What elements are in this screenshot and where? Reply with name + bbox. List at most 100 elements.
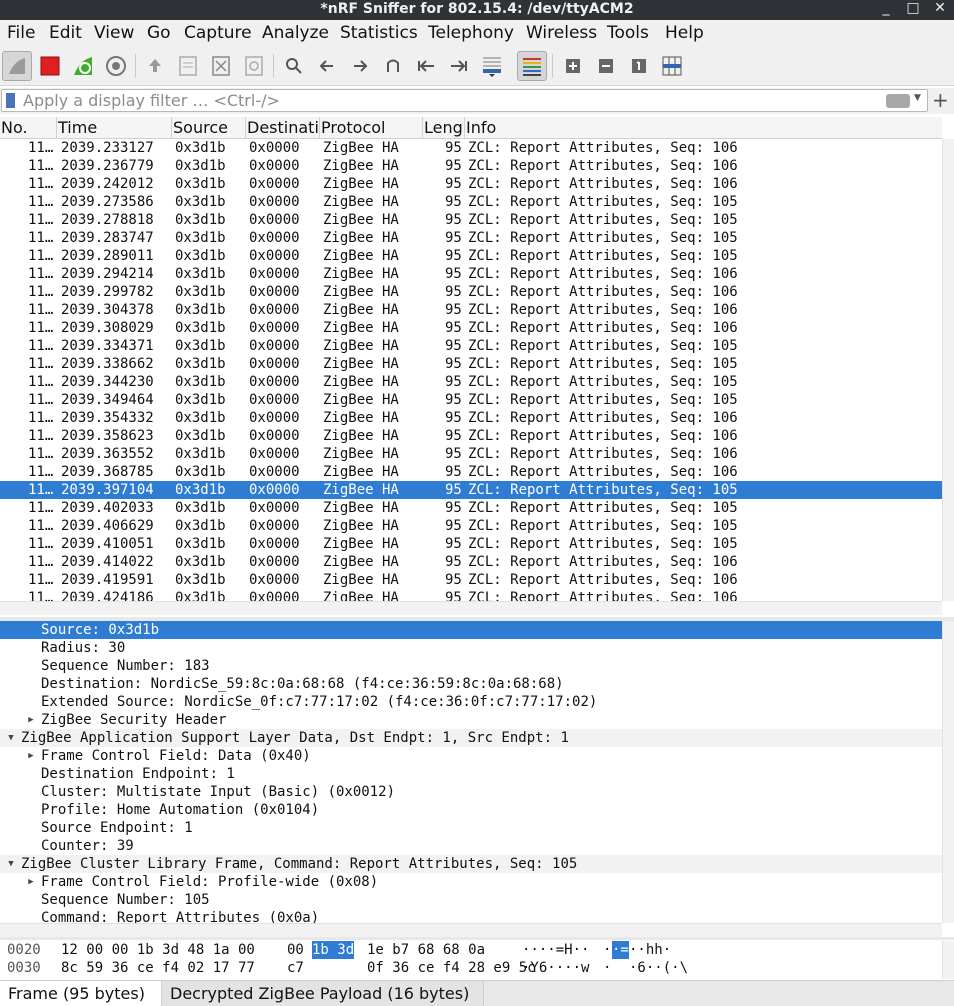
table-row[interactable]: 11… 2039.283747 0x3d1b 0x0000 ZigBee HA 95 ZCL… [0,229,942,247]
table-row[interactable]: 11… 2039.308029 0x3d1b 0x0000 ZigBee HA 95 ZCL… [0,319,942,337]
hex-offset[interactable]: 0030 [7,959,41,977]
zoom-in-icon[interactable] [558,51,588,81]
table-row[interactable]: 11… 2039.349464 0x3d1b 0x0000 ZigBee HA 95 ZCL… [0,391,942,409]
column-header-protocol[interactable]: Protocol [320,117,423,139]
hex-ascii[interactable]: ··hh· [629,941,671,959]
expand-arrow-icon[interactable]: ▶ [25,747,37,765]
autoscroll-icon[interactable] [477,51,507,81]
table-row[interactable]: 11… 2039.334371 0x3d1b 0x0000 ZigBee HA 95 ZCL… [0,337,942,355]
collapse-arrow-icon[interactable]: ▼ [5,855,17,873]
menu-view[interactable]: View [94,23,134,43]
table-row[interactable]: 11… 2039.406629 0x3d1b 0x0000 ZigBee HA 95 ZCL… [0,517,942,535]
menu-wireless[interactable]: Wireless [526,23,597,43]
detail-section[interactable]: ▼ ZigBee Cluster Library Frame, Command: … [0,855,942,873]
table-row[interactable]: 11… 2039.368785 0x3d1b 0x0000 ZigBee HA 95 ZCL… [0,463,942,481]
normal-size-icon[interactable] [624,51,654,81]
find-packet-search-icon[interactable] [279,51,309,81]
detail-field[interactable]: Source Endpoint: 1 [0,819,942,837]
hex-bytes[interactable]: 8c 59 36 ce f4 02 17 77 [61,959,255,977]
apply-filter-arrow-icon[interactable] [886,94,910,108]
detail-field[interactable]: Sequence Number: 105 [0,891,942,909]
menu-tools[interactable]: Tools [607,23,649,43]
table-row[interactable]: 11… 2039.402033 0x3d1b 0x0000 ZigBee HA 95 ZCL… [0,499,942,517]
table-row[interactable]: 11… 2039.273586 0x3d1b 0x0000 ZigBee HA 95 ZCL… [0,193,942,211]
hex-ascii[interactable]: ····=H·· [522,941,589,959]
table-row[interactable]: 11… 2039.278818 0x3d1b 0x0000 ZigBee HA 95 ZCL… [0,211,942,229]
go-first-packet-icon[interactable] [411,51,441,81]
collapse-arrow-icon[interactable]: ▼ [5,729,17,747]
hex-ascii[interactable]: ·6··(·\ [629,959,688,977]
hex-offset[interactable]: 0020 [7,941,41,959]
hex-bytes-highlighted[interactable]: 1b 3d [312,941,355,959]
menu-go[interactable]: Go [147,23,171,43]
pane-splitter[interactable] [0,937,954,940]
hex-ascii[interactable]: ·Y6····w [522,959,589,977]
table-row[interactable]: 11… 2039.236779 0x3d1b 0x0000 ZigBee HA 95 ZCL… [0,157,942,175]
hex-bytes[interactable]: 0f 36 ce f4 28 e9 5c [367,959,536,977]
filter-history-dropdown-icon[interactable]: ▼ [914,93,921,103]
menu-statistics[interactable]: Statistics [340,23,418,43]
table-row[interactable]: 11… 2039.338662 0x3d1b 0x0000 ZigBee HA 95 ZCL… [0,355,942,373]
column-header-source[interactable]: Source [172,117,246,139]
hex-bytes[interactable]: 1e b7 68 68 0a [367,941,485,959]
table-row[interactable]: 11… 2039.424186 0x3d1b 0x0000 ZigBee HA 95 ZCL… [0,589,942,601]
go-forward-arrow-icon[interactable] [345,51,375,81]
table-row[interactable]: 11… 2039.289011 0x3d1b 0x0000 ZigBee HA 95 ZCL… [0,247,942,265]
detail-field[interactable]: ▶ Frame Control Field: Profile-wide (0x08… [0,873,942,891]
detail-field[interactable]: Extended Source: NordicSe_0f:c7:77:17:02… [0,693,942,711]
colorize-packets-icon[interactable] [517,51,547,81]
bytes-vertical-scrollbar[interactable] [942,941,954,979]
hex-bytes[interactable]: 00 [287,941,304,959]
add-filter-button[interactable]: + [932,88,949,112]
column-header-time[interactable]: Time [57,117,172,139]
table-row[interactable]: 11… 2039.358623 0x3d1b 0x0000 ZigBee HA 95 ZCL… [0,427,942,445]
detail-field[interactable]: Counter: 39 [0,837,942,855]
column-header-no[interactable]: No. [0,117,57,139]
menu-analyze[interactable]: Analyze [262,23,329,43]
hex-bytes[interactable]: c7 [287,959,304,977]
menu-capture[interactable]: Capture [184,23,252,43]
column-header-destination[interactable]: Destinati [246,117,320,139]
tab-frame[interactable]: Frame (95 bytes) [0,981,162,1006]
packet-list-vertical-scrollbar[interactable] [942,139,954,601]
packet-list-horizontal-scrollbar[interactable] [0,601,942,615]
capture-options-gear-icon[interactable] [101,51,131,81]
detail-field[interactable]: Radius: 30 [0,639,942,657]
expand-arrow-icon[interactable]: ▶ [25,873,37,891]
table-row[interactable]: 11… 2039.363552 0x3d1b 0x0000 ZigBee HA 95 ZCL… [0,445,942,463]
detail-field[interactable]: Cluster: Multistate Input (Basic) (0x001… [0,783,942,801]
menu-edit[interactable]: Edit [49,23,82,43]
details-horizontal-scrollbar[interactable] [0,923,942,937]
table-row[interactable]: 11… 2039.344230 0x3d1b 0x0000 ZigBee HA 95 ZCL… [0,373,942,391]
hex-ascii[interactable]: · [603,941,611,959]
close-file-icon[interactable] [206,51,236,81]
table-row[interactable]: 11… 2039.299782 0x3d1b 0x0000 ZigBee HA 95 ZCL… [0,283,942,301]
zoom-out-icon[interactable] [591,51,621,81]
detail-field[interactable]: Destination Endpoint: 1 [0,765,942,783]
column-header-info[interactable]: Info [465,117,942,139]
table-row[interactable]: 11… 2039.354332 0x3d1b 0x0000 ZigBee HA 95 ZCL… [0,409,942,427]
restart-capture-icon[interactable] [68,51,98,81]
hex-ascii[interactable]: · [603,959,611,977]
menu-telephony[interactable]: Telephony [428,23,514,43]
hex-bytes[interactable]: 12 00 00 1b 3d 48 1a 00 [61,941,255,959]
detail-field[interactable]: ▶ ZigBee Security Header [0,711,942,729]
detail-field[interactable]: Destination: NordicSe_59:8c:0a:68:68 (f4… [0,675,942,693]
detail-field[interactable]: Sequence Number: 183 [0,657,942,675]
go-to-packet-icon[interactable] [378,51,408,81]
table-row[interactable]: 11… 2039.414022 0x3d1b 0x0000 ZigBee HA 95 ZCL… [0,553,942,571]
table-row[interactable]: 11… 2039.294214 0x3d1b 0x0000 ZigBee HA 95 ZCL… [0,265,942,283]
table-row[interactable]: 11… 2039.419591 0x3d1b 0x0000 ZigBee HA 95 ZCL… [0,571,942,589]
table-row[interactable]: 11… 2039.397104 0x3d1b 0x0000 ZigBee HA 95 ZCL… [0,481,942,499]
menu-file[interactable]: File [7,23,35,43]
table-row[interactable]: 11… 2039.233127 0x3d1b 0x0000 ZigBee HA 95 ZCL… [0,139,942,157]
minimize-button[interactable]: _ [876,0,896,20]
menu-help[interactable]: Help [665,23,704,43]
table-row[interactable]: 11… 2039.242012 0x3d1b 0x0000 ZigBee HA 95 ZCL… [0,175,942,193]
close-button[interactable]: ✕ [930,0,950,20]
detail-field[interactable]: ▶ Frame Control Field: Data (0x40) [0,747,942,765]
stop-capture-icon[interactable] [35,51,65,81]
maximize-button[interactable]: □ [903,0,923,20]
expand-arrow-icon[interactable]: ▶ [25,711,37,729]
hex-ascii-highlighted[interactable]: ·= [612,941,629,959]
